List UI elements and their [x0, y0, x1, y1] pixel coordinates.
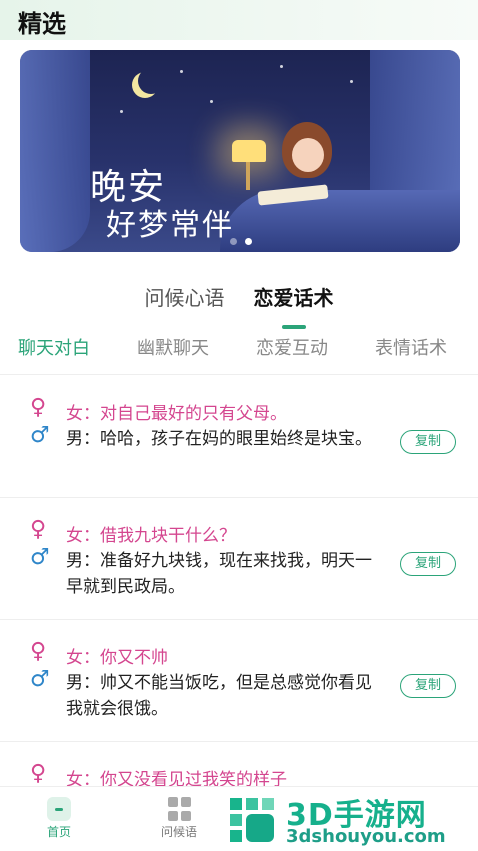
list-item: ♀ 女：对自己最好的只有父母。 ♂ 男：哈哈，孩子在妈的眼里始终是块宝。 复制	[0, 375, 478, 498]
female-icon: ♀	[30, 761, 47, 786]
star-icon	[120, 110, 123, 113]
nav-label: 首页	[46, 825, 71, 839]
curtain-left	[20, 50, 90, 252]
girl-face	[292, 138, 324, 172]
main-tab-bar: 问候心语 恋爱话术	[0, 282, 478, 329]
star-icon	[280, 65, 283, 68]
male-icon: ♂	[30, 545, 50, 570]
carousel-dot[interactable]	[230, 238, 237, 245]
list-item: ♀ 女：你又不帅 ♂ 男：帅又不能当饭吃，但是总感觉你看见我就会很饿。 复制	[0, 619, 478, 742]
lamp-illustration	[232, 140, 266, 162]
moon-icon	[138, 68, 164, 94]
female-icon: ♀	[30, 517, 47, 542]
copy-button[interactable]: 复制	[400, 674, 456, 698]
male-line: 男：哈哈，孩子在妈的眼里始终是块宝。	[66, 429, 372, 449]
carousel-dot-active[interactable]	[245, 238, 252, 245]
copy-button[interactable]: 复制	[400, 552, 456, 576]
nav-label: 问候语	[160, 825, 197, 839]
list-item: ♀ 女：借我九块干什么？ ♂ 男：准备好九块钱，现在来找我，明天一早就到民政局。…	[0, 497, 478, 620]
banner-subtitle: 好梦常伴	[106, 208, 234, 243]
tab-underline	[281, 325, 306, 329]
male-icon: ♂	[30, 667, 50, 692]
tab-love-talk[interactable]: 恋爱话术	[253, 282, 334, 329]
site-watermark: 3D手游网 3dshouyou.com	[220, 790, 478, 850]
tab-label: 恋爱话术	[253, 286, 334, 310]
carousel-indicator	[230, 230, 260, 249]
top-header: 精选	[0, 0, 478, 40]
female-line: 女：借我九块干什么？	[66, 526, 236, 546]
male-line: 男：准备好九块钱，现在来找我，明天一早就到民政局。	[66, 551, 372, 597]
grid-icon	[167, 797, 191, 821]
female-icon: ♀	[30, 639, 47, 664]
star-icon	[180, 70, 183, 73]
female-line: 女：对自己最好的只有父母。	[66, 404, 287, 424]
nav-greetings[interactable]: 问候语	[144, 793, 214, 840]
female-line: 女：你又不帅	[66, 648, 168, 668]
subtab-chat-dialog[interactable]: 聊天对白	[18, 334, 90, 360]
watermark-logo-icon	[230, 798, 274, 842]
nav-home[interactable]: 首页	[24, 793, 94, 840]
male-line: 男：帅又不能当饭吃，但是总感觉你看见我就会很饿。	[66, 673, 372, 719]
tab-label: 问候心语	[144, 286, 225, 310]
female-icon: ♀	[30, 395, 47, 420]
featured-banner[interactable]: 晚安 好梦常伴	[20, 50, 460, 252]
subtab-love-interaction[interactable]: 恋爱互动	[256, 334, 328, 360]
subtab-humor-chat[interactable]: 幽默聊天	[137, 334, 209, 360]
star-icon	[210, 100, 213, 103]
home-icon	[47, 797, 71, 821]
list-item: ♀ 女：你又没看见过我笑的样子	[0, 741, 478, 786]
male-icon: ♂	[30, 423, 50, 448]
copy-button[interactable]: 复制	[400, 430, 456, 454]
tab-greetings[interactable]: 问候心语	[144, 282, 224, 311]
page-title: 精选	[18, 10, 66, 38]
female-line: 女：你又没看见过我笑的样子	[66, 770, 287, 786]
lamp-stem	[246, 162, 250, 190]
star-icon	[350, 80, 353, 83]
watermark-url: 3dshouyou.com	[286, 826, 446, 847]
sub-tab-bar: 聊天对白 幽默聊天 恋爱互动 表情话术	[0, 334, 478, 370]
subtab-emoji-talk[interactable]: 表情话术	[375, 334, 447, 360]
